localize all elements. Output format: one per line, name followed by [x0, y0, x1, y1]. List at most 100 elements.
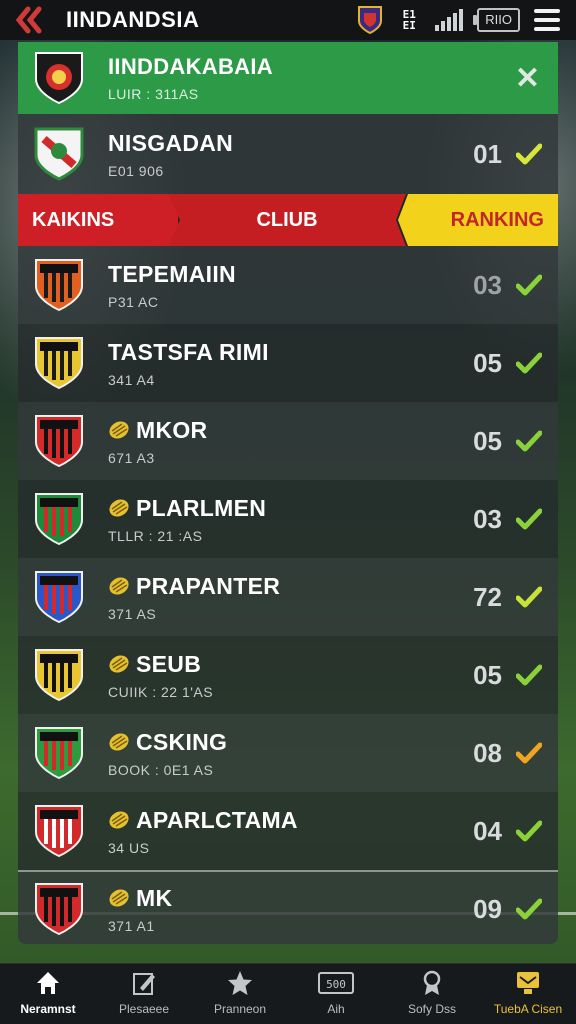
grid-status-icon: E1 EI [402, 8, 416, 32]
team-row[interactable]: MKOR 671 A3 05 [18, 402, 558, 480]
rank-value: 05 [473, 425, 502, 456]
bottom-navigation: Neramnst Plesaeee Pranneon 500 Aih Sofy … [0, 963, 576, 1024]
tab-club[interactable]: CLIUB [168, 194, 406, 246]
signal-icon [435, 9, 464, 31]
team-subtitle: CUIIK : 22 1'AS [108, 683, 214, 700]
team-subtitle: LUIR : 311AS [108, 86, 199, 102]
nav-label: Pranneon [213, 1002, 267, 1016]
tab-kaikins[interactable]: KAIKINS [18, 194, 178, 246]
rank-value: 09 [473, 893, 502, 924]
check-icon [516, 430, 542, 452]
nav-item-home[interactable]: Neramnst [0, 964, 96, 1024]
edit-icon [133, 973, 155, 995]
check-icon [516, 508, 542, 530]
team-name: PRAPANTER [108, 573, 454, 600]
tab-ranking[interactable]: RANKING [398, 194, 558, 246]
rank-value: 01 [473, 138, 502, 169]
nav-item-trophy[interactable]: TuebA Cisen [480, 964, 576, 1024]
crest-icon [32, 334, 86, 392]
team-name: NISGADAN [108, 129, 234, 156]
battery-indicator: RIIO [473, 8, 520, 32]
nav-item-scoreboard[interactable]: 500 Aih [288, 964, 384, 1024]
rank-value: 08 [473, 737, 502, 768]
team-name: TEPEMAIIN [108, 261, 454, 288]
nav-label: Aih [327, 1002, 345, 1016]
home-icon [37, 972, 59, 994]
rank-value: 72 [473, 581, 502, 612]
team-name: TASTSFA RIMI [108, 339, 454, 366]
rank-value: 03 [473, 269, 502, 300]
team-row[interactable]: PLARLMEN TLLR : 21 :AS 03 [18, 480, 558, 558]
check-icon [516, 586, 542, 608]
check-icon [516, 274, 542, 296]
crest-icon [32, 256, 86, 314]
header-team-row[interactable]: IINDDAKABAIA LUIR : 311AS ✕ [18, 42, 558, 114]
crest-icon [32, 412, 86, 470]
team-name: SEUB [108, 651, 454, 678]
check-icon [516, 742, 542, 764]
team-row[interactable]: TASTSFA RIMI 341 A4 05 [18, 324, 558, 402]
check-icon [516, 352, 542, 374]
club-shield-icon[interactable] [357, 5, 383, 35]
svg-text:500: 500 [326, 978, 346, 991]
badge-icon [423, 970, 441, 995]
team-name-text: MK [136, 884, 173, 911]
team-row[interactable]: SEUB CUIIK : 22 1'AS 05 [18, 636, 558, 714]
nav-label: Plesaeee [118, 1002, 170, 1016]
team-subtitle: 671 A3 [108, 449, 155, 466]
star-icon [228, 971, 252, 995]
close-button[interactable]: ✕ [515, 61, 540, 96]
double-chevron-left-icon [15, 6, 42, 34]
check-icon [516, 664, 542, 686]
check-icon [516, 143, 542, 165]
team-row[interactable]: NISGADAN E01 906 01 [18, 114, 558, 194]
team-name-text: PLARLMEN [136, 494, 267, 521]
ball-icon [109, 889, 129, 907]
nav-item-edit[interactable]: Plesaeee [96, 964, 192, 1024]
team-subtitle: BOOK : 0E1 AS [108, 761, 214, 778]
team-row[interactable]: CSKING BOOK : 0E1 AS 08 [18, 714, 558, 792]
team-name: MKOR [108, 417, 454, 444]
team-name: IINDDAKABAIA [108, 54, 273, 79]
nav-label: TuebA Cisen [493, 1002, 563, 1016]
team-row[interactable]: TEPEMAIIN P31 AC 03 [18, 246, 558, 324]
team-row[interactable]: PRAPANTER 371 AS 72 [18, 558, 558, 636]
nav-label: Neramnst [20, 1002, 76, 1016]
team-name-text: MKOR [136, 416, 208, 443]
team-name-text: CSKING [136, 728, 228, 755]
rank-value: 05 [473, 347, 502, 378]
team-subtitle: P31 AC [108, 293, 159, 310]
top-bar: IINDANDSIA E1 EI RIIO [0, 0, 576, 40]
team-name: CSKING [108, 729, 454, 756]
check-icon [516, 820, 542, 842]
team-name-text: SEUB [136, 650, 202, 677]
nav-item-badge[interactable]: Sofy Dss [384, 964, 480, 1024]
nav-label: Sofy Dss [407, 1002, 456, 1016]
crest-icon [32, 724, 86, 782]
team-subtitle: TLLR : 21 :AS [108, 527, 203, 544]
ranking-tab-bar: KAIKINS CLIUB RANKING [18, 194, 558, 246]
rank-value: 04 [473, 815, 502, 846]
crest-icon [32, 490, 86, 548]
trophy-icon [517, 972, 539, 994]
team-row[interactable]: APARLCTAMA 34 US 04 [18, 792, 558, 870]
rank-value: 05 [473, 659, 502, 690]
crest-icon [32, 49, 86, 107]
back-button[interactable] [14, 5, 44, 35]
hamburger-menu-icon[interactable] [534, 9, 560, 31]
club-ranking-panel: IINDDAKABAIA LUIR : 311AS ✕ NISGADAN E01… [18, 42, 558, 944]
nav-item-star[interactable]: Pranneon [192, 964, 288, 1024]
team-row[interactable]: MK 371 A1 09 [18, 870, 558, 944]
ball-icon [109, 733, 129, 751]
crest-icon [32, 880, 86, 938]
team-subtitle: 34 US [108, 839, 150, 856]
ball-icon [109, 577, 129, 595]
crest-icon [32, 568, 86, 626]
team-name-text: TEPEMAIIN [108, 260, 236, 287]
team-name-text: PRAPANTER [136, 572, 281, 599]
ball-icon [109, 655, 129, 673]
ball-icon [109, 421, 129, 439]
crest-icon [32, 802, 86, 860]
app-title: IINDANDSIA [66, 7, 200, 32]
team-name: MK [108, 885, 454, 912]
